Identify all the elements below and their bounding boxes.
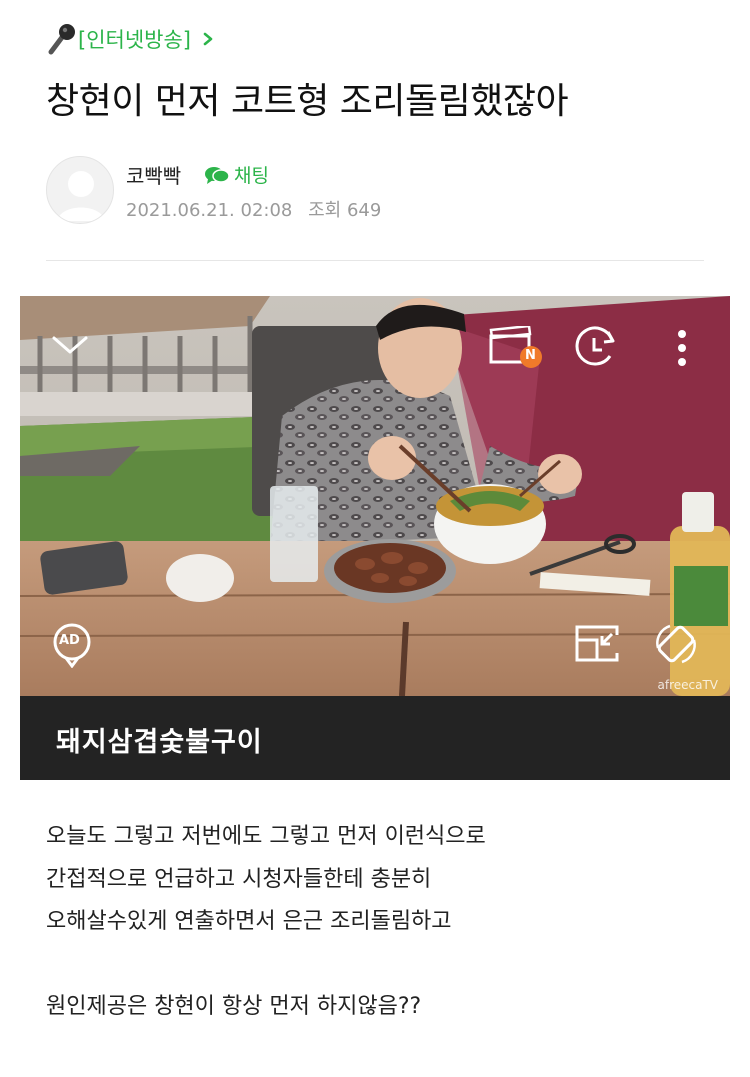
pip-icon[interactable]: [574, 624, 620, 664]
chat-bubble-icon: [205, 166, 230, 184]
more-vertical-icon[interactable]: [672, 326, 692, 370]
body-line: 오해살수있게 연출하면서 은근 조리돌림하고: [46, 909, 452, 934]
body-line: 원인제공은 창현이 항상 먼저 하지않음??: [46, 993, 422, 1019]
chat-button[interactable]: 채팅: [204, 161, 269, 188]
ad-icon[interactable]: AD: [50, 622, 94, 669]
video-scene: [20, 296, 730, 696]
divider: [46, 260, 704, 261]
caption-bar: 돼지삼겹숯불구이: [20, 696, 730, 780]
video-caption: 돼지삼겹숯불구이: [56, 727, 263, 758]
embedded-video-image[interactable]: N AD afreecaTV 돼지삼겹숯불구이: [20, 296, 730, 780]
chat-label: 채팅: [234, 165, 269, 187]
body-line: 오늘도 그렇고 저번에도 그렇고 먼저 이런식으로: [46, 824, 486, 849]
new-badge: N: [525, 348, 536, 363]
afreecatv-watermark: afreecaTV: [657, 678, 718, 692]
view-count: 조회 649: [308, 200, 382, 221]
category-link[interactable]: [인터넷방송]: [46, 22, 215, 56]
chevron-right-icon: [203, 32, 213, 46]
post-date: 2021.06.21. 02:08: [126, 200, 293, 221]
category-label: [인터넷방송]: [78, 28, 191, 52]
author-info: 코빡빡 채팅 2021.06.21. 02:08 조회 649: [46, 156, 706, 226]
body-line: 간접적으로 언급하고 시청자들한테 충분히: [46, 866, 432, 892]
timeshift-clock-icon[interactable]: [572, 326, 620, 370]
rotate-screen-icon[interactable]: [650, 618, 702, 670]
collapse-chevron-icon[interactable]: [50, 332, 90, 358]
avatar[interactable]: [46, 156, 114, 224]
post-meta: 2021.06.21. 02:08 조회 649: [126, 196, 381, 222]
microphone-icon: [48, 24, 75, 55]
post-title: 창현이 먼저 코트형 조리돌림했잖아: [46, 81, 569, 122]
author-nickname[interactable]: 코빡빡: [126, 160, 181, 189]
post-body: 오늘도 그렇고 저번에도 그렇고 먼저 이런식으로 간접적으로 언급하고 시청자…: [46, 816, 706, 1028]
video-frame: N AD afreecaTV: [20, 296, 730, 696]
clip-new-icon[interactable]: N: [488, 324, 544, 370]
default-profile-icon: [57, 171, 105, 221]
ad-label: AD: [59, 633, 80, 648]
